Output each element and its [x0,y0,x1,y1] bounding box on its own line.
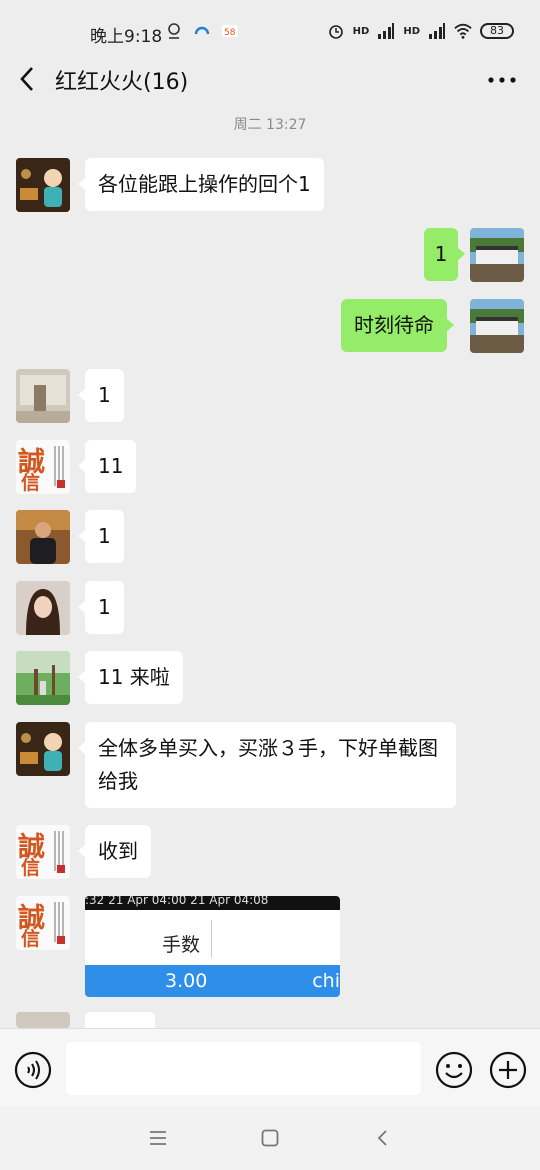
avatar-calligraphy[interactable]: 誠 信 [16,440,70,494]
message-bubble[interactable]: 1 [78,581,124,634]
avatar-calligraphy-char: 信 [21,472,41,494]
battery-indicator: 83 [480,23,514,39]
avatar-room[interactable] [16,1012,70,1028]
screenshot-value: 3.00 [165,970,208,992]
avatar-woman-image [16,581,70,635]
avatar-woman[interactable] [16,581,70,635]
message-timestamp: 周二 13:27 [233,117,307,133]
menu-icon[interactable] [148,1128,168,1148]
avatar-room-image [16,369,70,423]
voice-input-icon[interactable] [14,1051,52,1089]
avatar-self[interactable] [470,299,524,353]
home-icon[interactable] [260,1128,280,1148]
status-bar: 晚上9:18 58 HD HD 83 [0,0,540,60]
screenshot-header-text: :32 21 Apr 04:00 21 Apr 04:08 [85,896,340,910]
avatar-room[interactable] [16,369,70,423]
image-message[interactable]: :32 21 Apr 04:00 21 Apr 04:08 手数 3.00 ch… [85,896,340,997]
alarm-icon [328,25,343,39]
message-bubble[interactable]: 11 来啦 [78,651,183,704]
seal-stamp [57,936,65,944]
plus-icon[interactable] [489,1051,527,1089]
avatar-elder-image [16,722,70,776]
status-icons-left: 58 [165,22,239,40]
emoji-icon[interactable] [435,1051,473,1089]
avatar-calligraphy-char: 信 [21,857,41,879]
app-notification-icon [194,26,210,35]
more-options-icon[interactable] [486,66,518,94]
status-time: 晚上9:18 [90,27,163,47]
avatar-elder[interactable] [16,722,70,776]
system-navigation-bar [0,1106,540,1170]
svg-text:58: 58 [224,28,236,38]
message-bubble[interactable]: 收到 [78,825,151,878]
avatar-calligraphy-char: 信 [21,928,41,950]
chat-header: 红红火火(16) [0,60,540,100]
avatar-trees-image [16,651,70,705]
seal-stamp [57,480,65,488]
avatar-self-image [470,299,524,353]
seal-stamp [57,865,65,873]
signal-icon [378,23,395,39]
message-bubble[interactable]: 1 [78,510,124,563]
avatar-calligraphy[interactable]: 誠 信 [16,896,70,950]
hd-badge-2: HD [403,25,420,37]
message-input[interactable] [66,1042,421,1095]
message-bubble-self[interactable]: 时刻待命 [341,299,454,352]
message-bubble[interactable]: 11 [77,440,137,493]
screenshot-value-right: chi [312,970,340,992]
avatar-trees[interactable] [16,651,70,705]
app58-icon: 58 [222,25,238,38]
screenshot-column-label: 手数 [162,934,201,956]
message-bubble[interactable]: 全体多单买入，买涨３手，下好单截图给我 [78,722,456,808]
message-bubble[interactable]: 1 [78,369,124,422]
avatar-self[interactable] [470,228,524,282]
message-bubble-self[interactable]: 1 [424,228,465,281]
signal-icon-2 [429,23,445,39]
status-icons-right: HD HD 83 [327,22,514,40]
location-icon [168,23,180,39]
wifi-icon [454,23,472,39]
back-arrow-icon[interactable] [14,62,42,96]
avatar-man[interactable] [16,510,70,564]
avatar-elder[interactable] [16,158,70,212]
message-input-bar [0,1028,540,1106]
avatar-man-image [16,510,70,564]
message-bubble[interactable] [85,1012,155,1028]
avatar-elder-image [16,158,70,212]
back-nav-icon[interactable] [373,1128,393,1148]
hd-badge: HD [352,25,370,37]
message-bubble[interactable]: 各位能跟上操作的回个1 [78,158,324,211]
chat-title: 红红火火(16) [55,70,189,95]
avatar-calligraphy[interactable]: 誠 信 [16,825,70,879]
avatar-self-image [470,228,524,282]
